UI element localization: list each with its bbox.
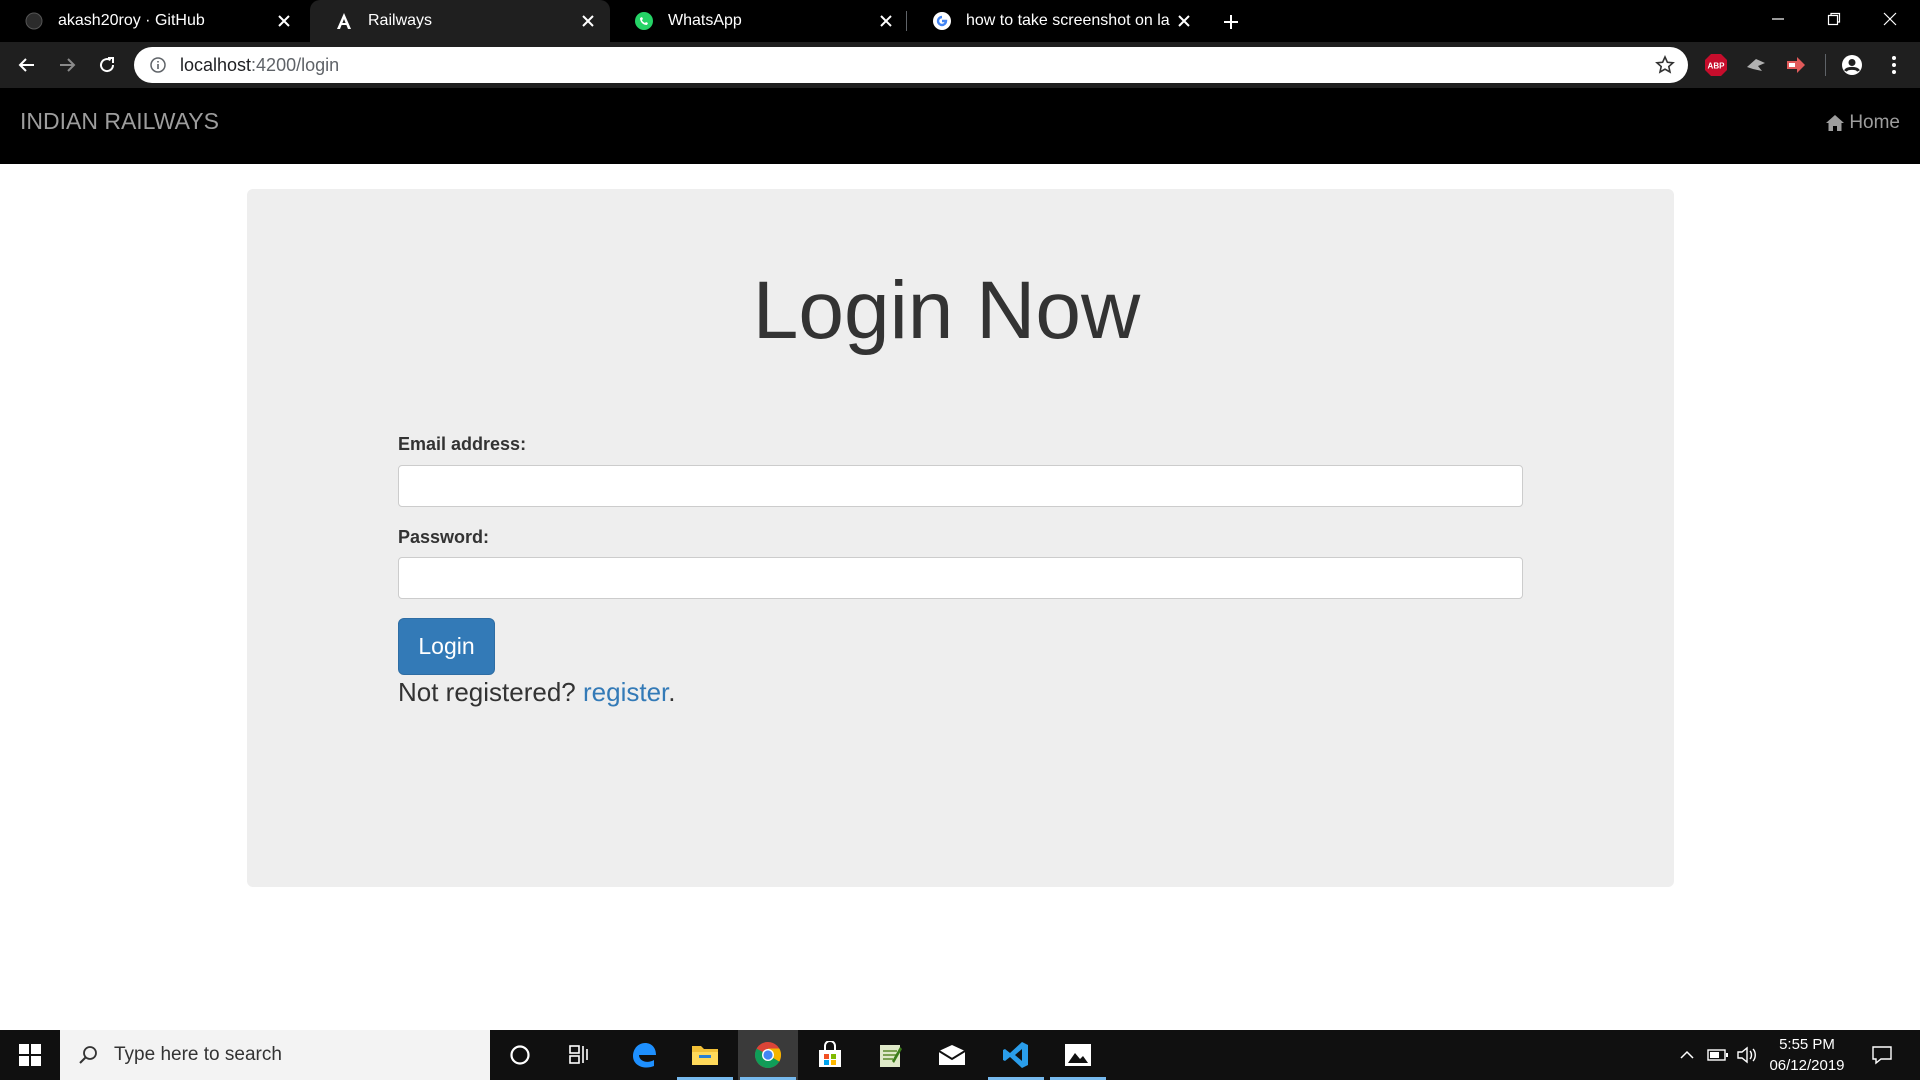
close-icon[interactable] xyxy=(1170,7,1198,35)
menu-icon[interactable] xyxy=(1880,51,1908,79)
photos-icon[interactable] xyxy=(1048,1030,1108,1080)
github-icon xyxy=(24,11,44,31)
password-field[interactable] xyxy=(398,557,1523,599)
restore-button[interactable] xyxy=(1806,0,1862,38)
password-label: Password: xyxy=(398,527,490,547)
start-button[interactable] xyxy=(0,1030,60,1080)
tab-title: WhatsApp xyxy=(668,12,742,29)
close-icon xyxy=(1883,12,1897,26)
back-button[interactable] xyxy=(12,50,42,80)
minimize-button[interactable] xyxy=(1750,0,1806,38)
notepad-icon[interactable] xyxy=(860,1030,920,1080)
tab-google-search[interactable]: how to take screenshot on laptop xyxy=(908,0,1206,42)
svg-text:ABP: ABP xyxy=(1708,62,1726,71)
tab-railways[interactable]: Railways xyxy=(310,0,610,42)
search-icon xyxy=(76,1043,100,1067)
extension-icon[interactable] xyxy=(1782,51,1810,79)
store-icon[interactable] xyxy=(800,1030,860,1080)
minimize-icon xyxy=(1772,18,1784,20)
battery-icon[interactable] xyxy=(1704,1030,1732,1080)
reload-button[interactable] xyxy=(92,50,122,80)
windows-icon xyxy=(19,1044,41,1066)
plus-icon xyxy=(1224,15,1238,29)
reload-icon xyxy=(100,57,115,73)
google-icon xyxy=(932,11,952,31)
email-field[interactable] xyxy=(398,465,1523,507)
brand-link[interactable]: INDIAN RAILWAYS xyxy=(20,108,219,135)
clock-time: 5:55 PM xyxy=(1779,1036,1835,1053)
back-arrow-icon xyxy=(18,58,34,72)
close-icon[interactable] xyxy=(270,7,298,35)
register-prompt: Not registered? register. xyxy=(398,677,675,708)
restore-icon xyxy=(1827,12,1841,26)
bookmark-star-icon[interactable] xyxy=(1650,50,1680,80)
notification-icon xyxy=(1872,1046,1892,1065)
chevron-up-icon xyxy=(1680,1050,1694,1059)
url-text: localhost:4200/login xyxy=(180,55,1650,76)
profile-icon[interactable] xyxy=(1838,51,1866,79)
home-link[interactable]: Home xyxy=(1825,112,1900,134)
action-center-button[interactable] xyxy=(1862,1030,1902,1080)
browser-tab-strip: akash20roy · GitHub Railways WhatsApp ho… xyxy=(0,0,1920,42)
mail-icon[interactable] xyxy=(922,1030,982,1080)
address-bar[interactable]: localhost:4200/login xyxy=(134,47,1688,83)
register-prompt-text: Not registered? xyxy=(398,677,583,707)
toolbar-separator xyxy=(1825,54,1826,76)
vscode-icon[interactable] xyxy=(986,1030,1046,1080)
tab-whatsapp[interactable]: WhatsApp xyxy=(610,0,908,42)
cortana-icon[interactable] xyxy=(490,1030,550,1080)
system-clock[interactable]: 5:55 PM 06/12/2019 xyxy=(1752,1034,1862,1076)
forward-arrow-icon xyxy=(60,58,76,72)
task-view-icon[interactable] xyxy=(550,1030,610,1080)
home-link-label: Home xyxy=(1849,112,1900,133)
angular-icon xyxy=(334,11,354,31)
whatsapp-icon xyxy=(634,11,654,31)
register-period: . xyxy=(668,677,676,707)
tab-title: Railways xyxy=(368,12,433,29)
email-label: Email address: xyxy=(398,434,527,454)
close-window-button[interactable] xyxy=(1862,0,1918,38)
tab-title: akash20roy · GitHub xyxy=(58,12,205,29)
tab-github[interactable]: akash20roy · GitHub xyxy=(0,0,306,42)
extension-icon[interactable] xyxy=(1742,51,1770,79)
file-explorer-icon[interactable] xyxy=(675,1030,735,1080)
tab-title: how to take screenshot on laptop xyxy=(966,12,1170,29)
register-link[interactable]: register xyxy=(583,677,668,707)
forward-button[interactable] xyxy=(52,50,82,80)
tab-separator xyxy=(906,11,907,31)
clock-date: 06/12/2019 xyxy=(1769,1057,1845,1074)
search-placeholder: Type here to search xyxy=(114,1044,282,1065)
browser-toolbar: localhost:4200/login ABP xyxy=(0,42,1920,88)
url-path: :4200/login xyxy=(251,54,340,75)
close-icon[interactable] xyxy=(574,7,602,35)
home-icon xyxy=(1825,114,1845,132)
edge-icon[interactable] xyxy=(614,1030,674,1080)
taskbar-search[interactable]: Type here to search xyxy=(60,1030,490,1080)
show-hidden-icons-button[interactable] xyxy=(1672,1030,1702,1080)
close-icon[interactable] xyxy=(872,7,900,35)
windows-taskbar: Type here to search 5:55 PM 06/12/2019 xyxy=(0,1030,1920,1080)
app-navbar: INDIAN RAILWAYS Home xyxy=(0,88,1920,164)
url-host: localhost xyxy=(180,54,252,75)
abp-icon[interactable]: ABP xyxy=(1702,51,1730,79)
login-button[interactable]: Login xyxy=(398,618,495,675)
new-tab-button[interactable] xyxy=(1216,7,1246,37)
info-icon[interactable] xyxy=(148,55,168,75)
page-title: Login Now xyxy=(752,265,1141,356)
chrome-icon[interactable] xyxy=(738,1030,798,1080)
